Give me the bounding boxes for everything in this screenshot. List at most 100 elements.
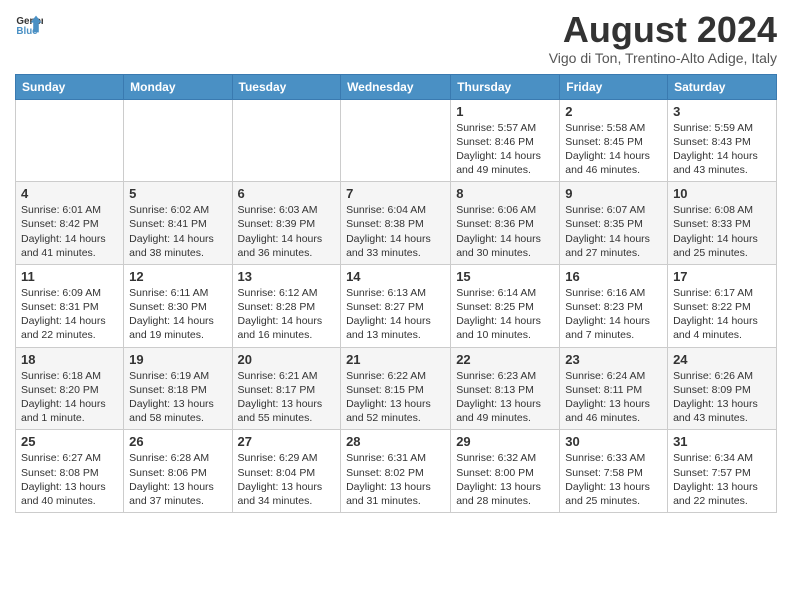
day-info: Sunrise: 6:17 AMSunset: 8:22 PMDaylight:… bbox=[673, 286, 771, 343]
day-number: 17 bbox=[673, 269, 771, 284]
day-number: 24 bbox=[673, 352, 771, 367]
day-info: Sunrise: 6:11 AMSunset: 8:30 PMDaylight:… bbox=[129, 286, 226, 343]
location-subtitle: Vigo di Ton, Trentino-Alto Adige, Italy bbox=[549, 50, 777, 66]
day-info: Sunrise: 6:18 AMSunset: 8:20 PMDaylight:… bbox=[21, 369, 118, 426]
calendar-week-row: 1Sunrise: 5:57 AMSunset: 8:46 PMDaylight… bbox=[16, 99, 777, 182]
calendar-cell: 31 Sunrise: 6:34 AMSunset: 7:57 PMDayligh… bbox=[668, 430, 777, 513]
calendar-cell: 1Sunrise: 5:57 AMSunset: 8:46 PMDaylight… bbox=[451, 99, 560, 182]
calendar-cell: 13 Sunrise: 6:12 AMSunset: 8:28 PMDayligh… bbox=[232, 264, 341, 347]
day-number: 13 bbox=[238, 269, 336, 284]
day-number: 2 bbox=[565, 104, 662, 119]
calendar-week-row: 25 Sunrise: 6:27 AMSunset: 8:08 PMDayligh… bbox=[16, 430, 777, 513]
day-number: 30 bbox=[565, 434, 662, 449]
logo: General Blue bbox=[15, 10, 43, 38]
day-number: 4 bbox=[21, 186, 118, 201]
day-info: Sunrise: 6:33 AMSunset: 7:58 PMDaylight:… bbox=[565, 451, 662, 508]
day-number: 11 bbox=[21, 269, 118, 284]
day-info: Sunrise: 6:21 AMSunset: 8:17 PMDaylight:… bbox=[238, 369, 336, 426]
day-number: 1 bbox=[456, 104, 554, 119]
logo-icon: General Blue bbox=[15, 10, 43, 38]
day-number: 10 bbox=[673, 186, 771, 201]
day-info: Sunrise: 6:07 AMSunset: 8:35 PMDaylight:… bbox=[565, 203, 662, 260]
day-info: Sunrise: 6:22 AMSunset: 8:15 PMDaylight:… bbox=[346, 369, 445, 426]
calendar-week-row: 18 Sunrise: 6:18 AMSunset: 8:20 PMDayligh… bbox=[16, 347, 777, 430]
day-info: Sunrise: 6:06 AMSunset: 8:36 PMDaylight:… bbox=[456, 203, 554, 260]
calendar-cell: 22Sunrise: 6:23 AMSunset: 8:13 PMDayligh… bbox=[451, 347, 560, 430]
day-of-week-header: Saturday bbox=[668, 74, 777, 99]
day-number: 18 bbox=[21, 352, 118, 367]
day-info: Sunrise: 6:12 AMSunset: 8:28 PMDaylight:… bbox=[238, 286, 336, 343]
day-info: Sunrise: 6:13 AMSunset: 8:27 PMDaylight:… bbox=[346, 286, 445, 343]
calendar-cell: 8Sunrise: 6:06 AMSunset: 8:36 PMDaylight… bbox=[451, 182, 560, 265]
calendar-cell: 6 Sunrise: 6:03 AMSunset: 8:39 PMDaylight… bbox=[232, 182, 341, 265]
day-number: 14 bbox=[346, 269, 445, 284]
day-info: Sunrise: 5:59 AMSunset: 8:43 PMDaylight:… bbox=[673, 121, 771, 178]
day-info: Sunrise: 6:26 AMSunset: 8:09 PMDaylight:… bbox=[673, 369, 771, 426]
day-number: 15 bbox=[456, 269, 554, 284]
calendar-cell: 23 Sunrise: 6:24 AMSunset: 8:11 PMDayligh… bbox=[560, 347, 668, 430]
calendar-cell: 11Sunrise: 6:09 AMSunset: 8:31 PMDayligh… bbox=[16, 264, 124, 347]
calendar-header-row: SundayMondayTuesdayWednesdayThursdayFrid… bbox=[16, 74, 777, 99]
day-of-week-header: Tuesday bbox=[232, 74, 341, 99]
day-number: 22 bbox=[456, 352, 554, 367]
calendar-cell: 4Sunrise: 6:01 AMSunset: 8:42 PMDaylight… bbox=[16, 182, 124, 265]
calendar-cell: 30 Sunrise: 6:33 AMSunset: 7:58 PMDayligh… bbox=[560, 430, 668, 513]
calendar-cell: 25 Sunrise: 6:27 AMSunset: 8:08 PMDayligh… bbox=[16, 430, 124, 513]
day-info: Sunrise: 6:04 AMSunset: 8:38 PMDaylight:… bbox=[346, 203, 445, 260]
day-info: Sunrise: 6:14 AMSunset: 8:25 PMDaylight:… bbox=[456, 286, 554, 343]
title-area: August 2024 Vigo di Ton, Trentino-Alto A… bbox=[549, 10, 777, 66]
day-number: 27 bbox=[238, 434, 336, 449]
day-number: 3 bbox=[673, 104, 771, 119]
day-info: Sunrise: 6:16 AMSunset: 8:23 PMDaylight:… bbox=[565, 286, 662, 343]
calendar-body: 1Sunrise: 5:57 AMSunset: 8:46 PMDaylight… bbox=[16, 99, 777, 512]
calendar-cell: 21 Sunrise: 6:22 AMSunset: 8:15 PMDayligh… bbox=[341, 347, 451, 430]
day-of-week-header: Wednesday bbox=[341, 74, 451, 99]
day-number: 6 bbox=[238, 186, 336, 201]
calendar-cell: 17 Sunrise: 6:17 AMSunset: 8:22 PMDayligh… bbox=[668, 264, 777, 347]
day-number: 5 bbox=[129, 186, 226, 201]
day-number: 25 bbox=[21, 434, 118, 449]
header: General Blue August 2024 Vigo di Ton, Tr… bbox=[15, 10, 777, 66]
day-number: 21 bbox=[346, 352, 445, 367]
calendar-week-row: 4Sunrise: 6:01 AMSunset: 8:42 PMDaylight… bbox=[16, 182, 777, 265]
day-number: 31 bbox=[673, 434, 771, 449]
day-number: 12 bbox=[129, 269, 226, 284]
calendar-cell bbox=[232, 99, 341, 182]
day-info: Sunrise: 6:19 AMSunset: 8:18 PMDaylight:… bbox=[129, 369, 226, 426]
calendar-cell: 15 Sunrise: 6:14 AMSunset: 8:25 PMDayligh… bbox=[451, 264, 560, 347]
day-of-week-header: Friday bbox=[560, 74, 668, 99]
day-number: 19 bbox=[129, 352, 226, 367]
day-number: 29 bbox=[456, 434, 554, 449]
day-number: 23 bbox=[565, 352, 662, 367]
day-info: Sunrise: 6:03 AMSunset: 8:39 PMDaylight:… bbox=[238, 203, 336, 260]
day-info: Sunrise: 6:24 AMSunset: 8:11 PMDaylight:… bbox=[565, 369, 662, 426]
calendar-cell: 10Sunrise: 6:08 AMSunset: 8:33 PMDayligh… bbox=[668, 182, 777, 265]
calendar-cell: 19 Sunrise: 6:19 AMSunset: 8:18 PMDayligh… bbox=[124, 347, 232, 430]
calendar-cell: 27Sunrise: 6:29 AMSunset: 8:04 PMDayligh… bbox=[232, 430, 341, 513]
day-info: Sunrise: 6:31 AMSunset: 8:02 PMDaylight:… bbox=[346, 451, 445, 508]
day-number: 28 bbox=[346, 434, 445, 449]
calendar-cell bbox=[124, 99, 232, 182]
calendar-cell: 2Sunrise: 5:58 AMSunset: 8:45 PMDaylight… bbox=[560, 99, 668, 182]
day-info: Sunrise: 6:27 AMSunset: 8:08 PMDaylight:… bbox=[21, 451, 118, 508]
calendar-cell: 26 Sunrise: 6:28 AMSunset: 8:06 PMDayligh… bbox=[124, 430, 232, 513]
calendar-cell: 18 Sunrise: 6:18 AMSunset: 8:20 PMDayligh… bbox=[16, 347, 124, 430]
calendar-cell: 14 Sunrise: 6:13 AMSunset: 8:27 PMDayligh… bbox=[341, 264, 451, 347]
calendar-cell: 3 Sunrise: 5:59 AMSunset: 8:43 PMDaylight… bbox=[668, 99, 777, 182]
day-of-week-header: Sunday bbox=[16, 74, 124, 99]
calendar-cell: 24 Sunrise: 6:26 AMSunset: 8:09 PMDayligh… bbox=[668, 347, 777, 430]
calendar-cell: 12 Sunrise: 6:11 AMSunset: 8:30 PMDayligh… bbox=[124, 264, 232, 347]
day-number: 26 bbox=[129, 434, 226, 449]
day-number: 9 bbox=[565, 186, 662, 201]
day-info: Sunrise: 6:34 AMSunset: 7:57 PMDaylight:… bbox=[673, 451, 771, 508]
calendar-cell: 28 Sunrise: 6:31 AMSunset: 8:02 PMDayligh… bbox=[341, 430, 451, 513]
day-info: Sunrise: 6:28 AMSunset: 8:06 PMDaylight:… bbox=[129, 451, 226, 508]
calendar-cell: 16 Sunrise: 6:16 AMSunset: 8:23 PMDayligh… bbox=[560, 264, 668, 347]
calendar-cell bbox=[341, 99, 451, 182]
day-number: 16 bbox=[565, 269, 662, 284]
calendar-cell: 7Sunrise: 6:04 AMSunset: 8:38 PMDaylight… bbox=[341, 182, 451, 265]
day-of-week-header: Thursday bbox=[451, 74, 560, 99]
day-info: Sunrise: 6:32 AMSunset: 8:00 PMDaylight:… bbox=[456, 451, 554, 508]
calendar-table: SundayMondayTuesdayWednesdayThursdayFrid… bbox=[15, 74, 777, 513]
calendar-cell: 29 Sunrise: 6:32 AMSunset: 8:00 PMDayligh… bbox=[451, 430, 560, 513]
